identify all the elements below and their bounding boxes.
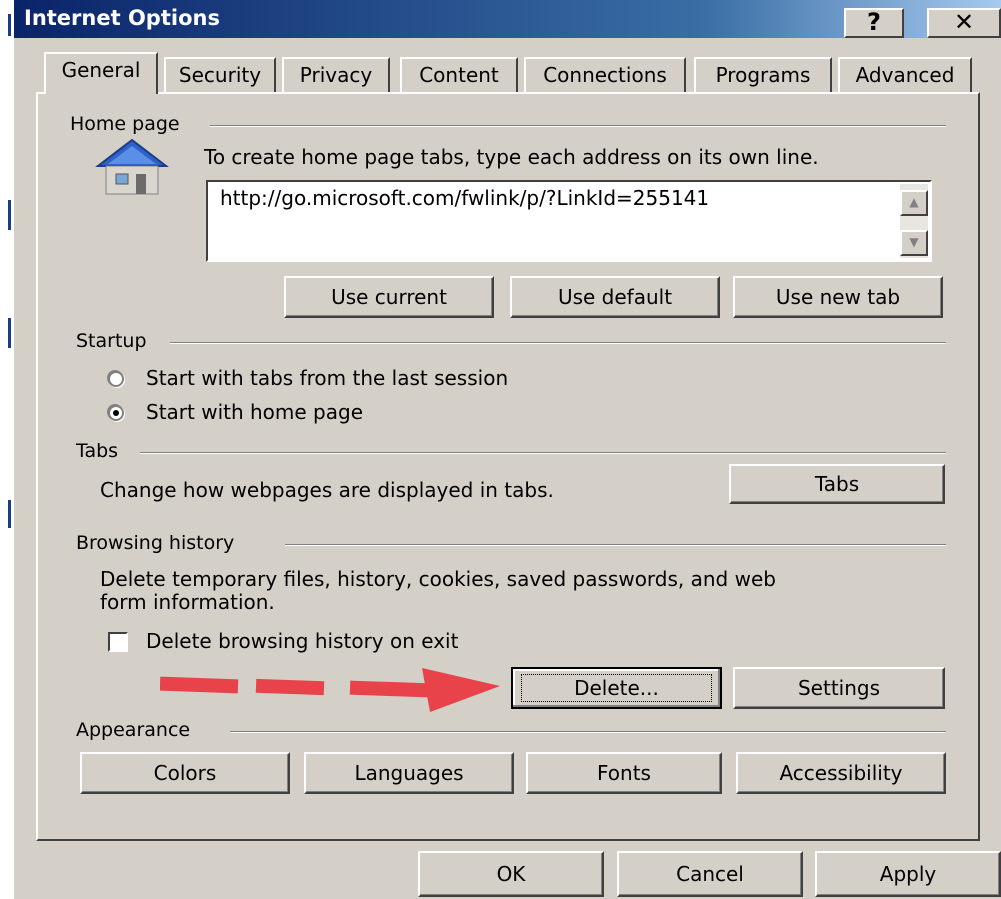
startup-group-label: Startup bbox=[76, 330, 153, 352]
home-page-url-textarea[interactable]: http://go.microsoft.com/fwlink/p/?LinkId… bbox=[206, 180, 932, 262]
delete-on-exit-label[interactable]: Delete browsing history on exit bbox=[146, 629, 458, 653]
accessibility-button[interactable]: Accessibility bbox=[736, 752, 946, 794]
divider bbox=[140, 452, 946, 454]
annotation-arrow-icon bbox=[159, 664, 510, 716]
divider bbox=[210, 125, 946, 127]
browsing-history-description-line2: form information. bbox=[100, 590, 275, 614]
use-default-button[interactable]: Use default bbox=[510, 276, 720, 318]
divider bbox=[230, 731, 946, 733]
appearance-group-label: Appearance bbox=[76, 719, 197, 741]
tabs-settings-button[interactable]: Tabs bbox=[729, 464, 945, 504]
tabs-description: Change how webpages are displayed in tab… bbox=[100, 478, 554, 502]
divider bbox=[170, 342, 946, 344]
delete-history-button[interactable]: Delete... bbox=[511, 667, 722, 709]
divider bbox=[285, 544, 946, 546]
history-settings-button[interactable]: Settings bbox=[733, 667, 945, 709]
home-page-url: http://go.microsoft.com/fwlink/p/?LinkId… bbox=[220, 186, 710, 210]
scroll-up-icon[interactable]: ▲ bbox=[900, 190, 928, 216]
ok-button[interactable]: OK bbox=[418, 851, 604, 897]
cancel-button[interactable]: Cancel bbox=[617, 851, 803, 897]
radio-selected-dot bbox=[113, 410, 119, 416]
use-current-button[interactable]: Use current bbox=[284, 276, 494, 318]
languages-button[interactable]: Languages bbox=[304, 752, 514, 794]
scroll-down-icon[interactable]: ▼ bbox=[900, 230, 928, 256]
home-page-group-label: Home page bbox=[70, 113, 186, 135]
fonts-button[interactable]: Fonts bbox=[526, 752, 722, 794]
radio-last-session-label[interactable]: Start with tabs from the last session bbox=[146, 366, 508, 390]
house-icon bbox=[92, 138, 172, 198]
delete-on-exit-checkbox[interactable] bbox=[108, 632, 128, 652]
radio-last-session[interactable] bbox=[108, 371, 124, 387]
focus-rectangle bbox=[521, 674, 712, 702]
browsing-history-description-line1: Delete temporary files, history, cookies… bbox=[100, 567, 776, 591]
colors-button[interactable]: Colors bbox=[80, 752, 290, 794]
apply-button[interactable]: Apply bbox=[815, 851, 1001, 897]
scrollbar[interactable]: ▲ ▼ bbox=[900, 184, 928, 258]
radio-home-page[interactable] bbox=[108, 405, 124, 421]
tabs-group-label: Tabs bbox=[76, 440, 125, 462]
radio-home-page-label[interactable]: Start with home page bbox=[146, 400, 363, 424]
browsing-history-group-label: Browsing history bbox=[76, 532, 241, 554]
use-new-tab-button[interactable]: Use new tab bbox=[733, 276, 943, 318]
panel-content: Home page To create home page tabs, type… bbox=[0, 0, 1001, 899]
home-page-instruction: To create home page tabs, type each addr… bbox=[204, 145, 819, 169]
